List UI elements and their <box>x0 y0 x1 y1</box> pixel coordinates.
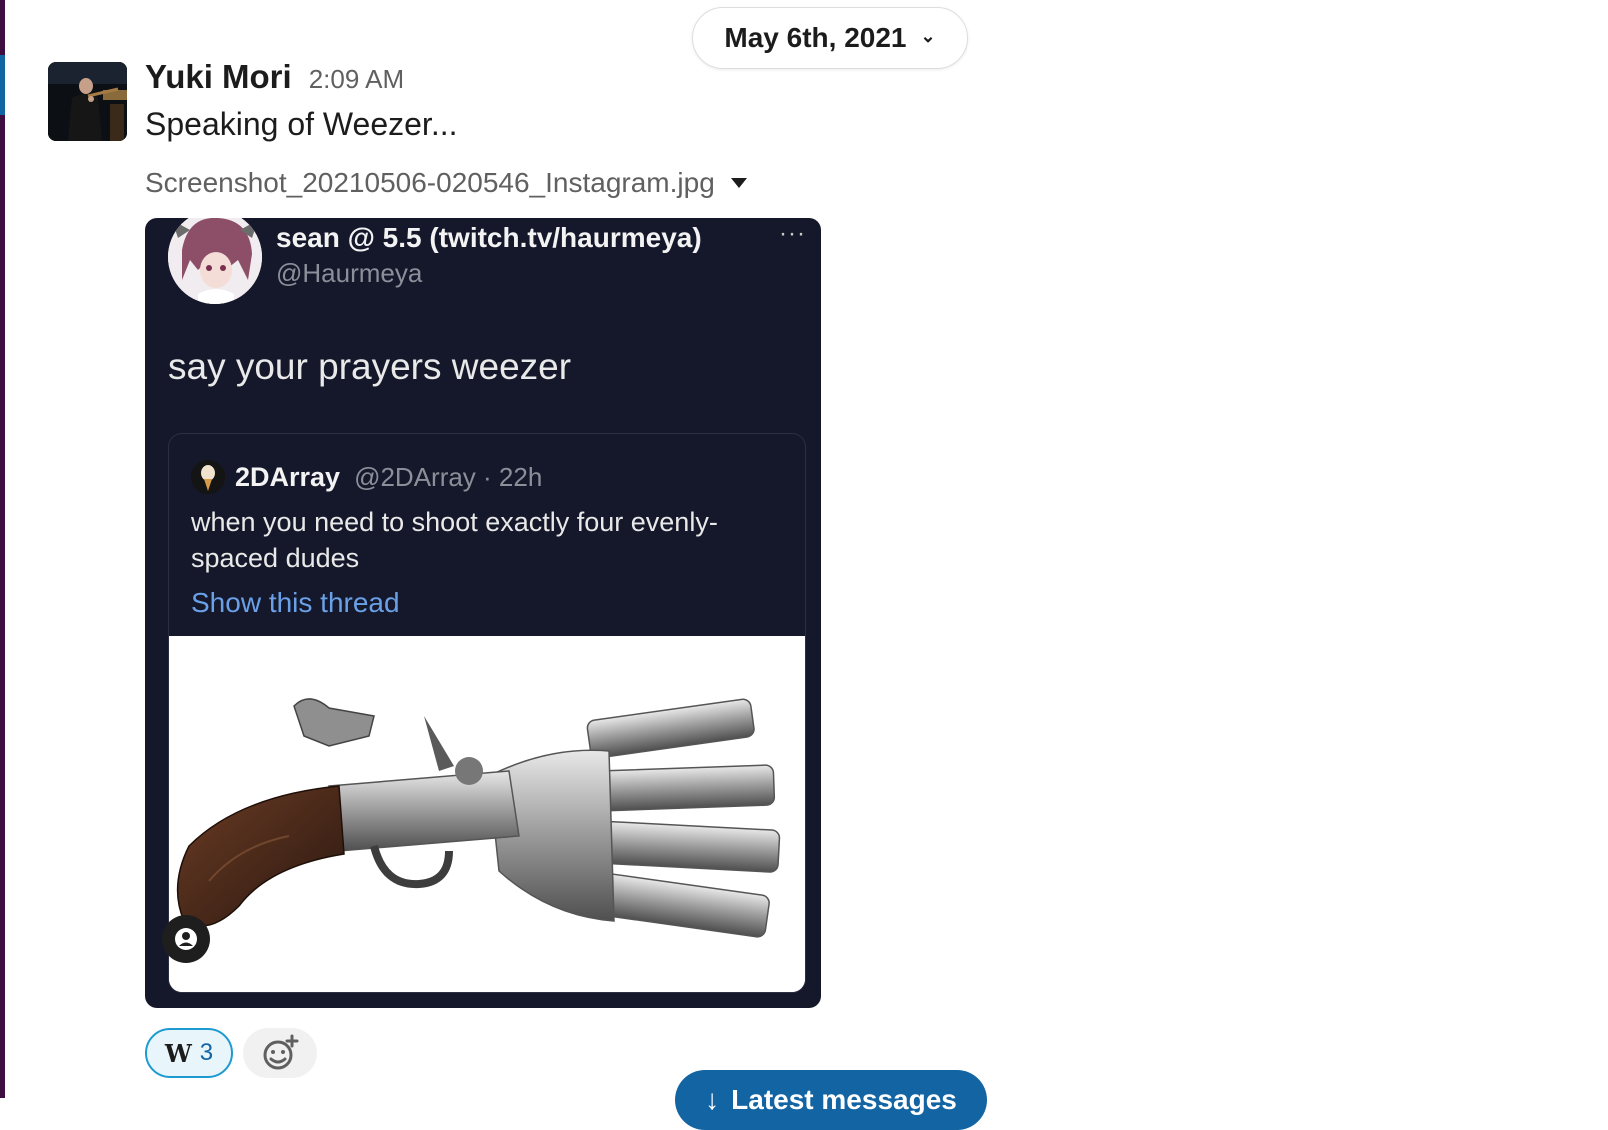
attached-image[interactable]: sean @ 5.5 (twitch.tv/haurmeya) @Haurmey… <box>145 218 821 1008</box>
arrow-down-icon: ↓ <box>705 1084 720 1115</box>
show-thread-link: Show this thread <box>191 587 400 618</box>
tweet-avatar <box>168 218 262 304</box>
date-label: May 6th, 2021 <box>724 22 907 53</box>
quoted-author-name: 2DArray <box>235 461 341 492</box>
file-name: Screenshot_20210506-020546_Instagram.jpg <box>145 167 715 198</box>
pistol-image <box>169 636 805 992</box>
add-emoji-icon <box>263 1034 299 1070</box>
avatar-photo <box>48 62 127 141</box>
quoted-tweet: 2DArray @2DArray · 22h when you need to … <box>168 433 806 993</box>
chevron-down-icon: ⌄ <box>920 25 936 46</box>
reaction-button[interactable]: W 3 <box>145 1028 233 1078</box>
quoted-tweet-avatar <box>191 460 225 494</box>
tweet-author-name: sean @ 5.5 (twitch.tv/haurmeya) <box>276 222 702 253</box>
message-text: Speaking of Weezer... <box>145 106 458 142</box>
reaction-count: 3 <box>199 1039 214 1066</box>
message-timestamp[interactable]: 2:09 AM <box>309 64 404 95</box>
add-reaction-button[interactable] <box>243 1028 317 1078</box>
message-author[interactable]: Yuki Mori <box>145 58 292 96</box>
latest-messages-button[interactable]: ↓ Latest messages <box>675 1070 987 1130</box>
date-divider-button[interactable]: May 6th, 2021 ⌄ <box>692 7 968 69</box>
quoted-author-handle: @2DArray · 22h <box>354 461 543 492</box>
file-attachment-toggle[interactable]: Screenshot_20210506-020546_Instagram.jpg <box>145 167 747 199</box>
caret-down-icon <box>730 178 747 188</box>
user-icon <box>162 915 210 963</box>
tweet-text: say your prayers weezer <box>168 346 572 387</box>
sidebar-edge-highlight <box>0 55 5 115</box>
avatar[interactable] <box>48 62 127 141</box>
quoted-tweet-text: when you need to shoot exactly four even… <box>191 507 718 573</box>
latest-messages-label: Latest messages <box>731 1084 957 1115</box>
sidebar-edge <box>0 0 5 1098</box>
tweet-author-handle: @Haurmeya <box>276 258 423 288</box>
weezer-emoji-icon: W <box>164 1038 192 1068</box>
more-icon: ··· <box>779 220 806 247</box>
